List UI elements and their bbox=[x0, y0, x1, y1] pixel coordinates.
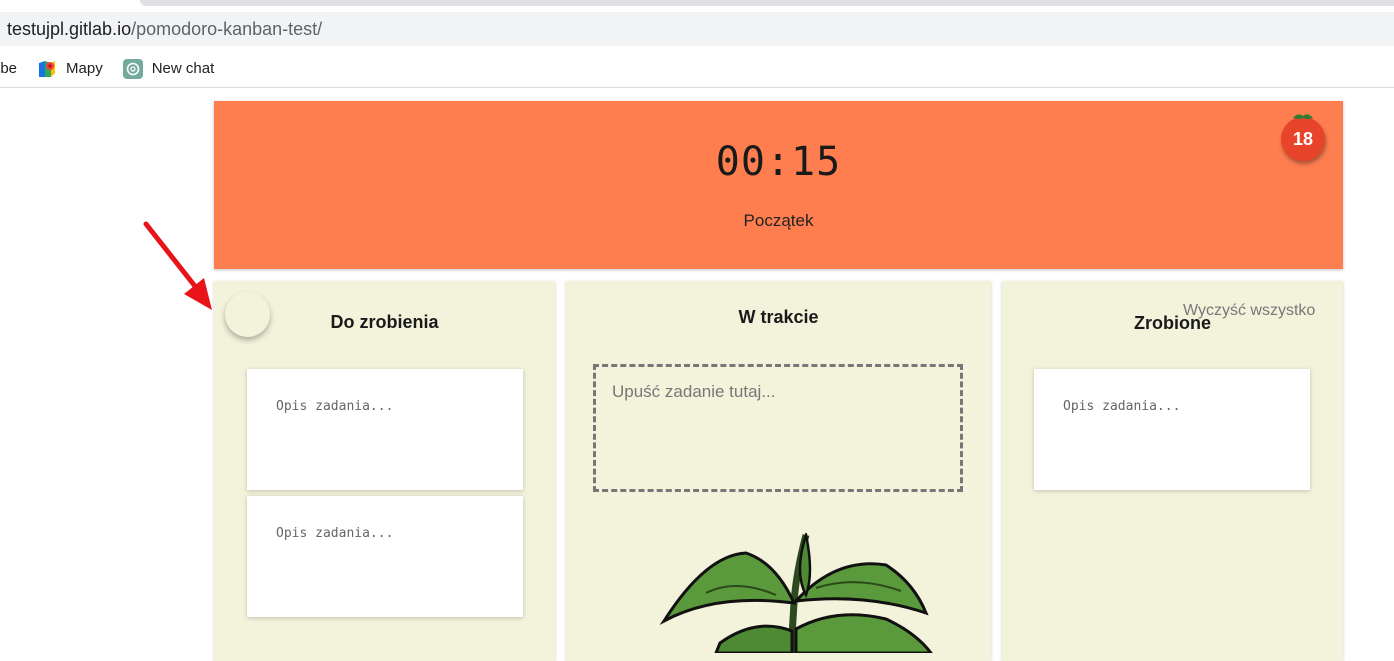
url-host: testujpl.gitlab.io bbox=[7, 18, 132, 39]
start-button[interactable]: Początek bbox=[214, 211, 1343, 231]
bookmark-youtube[interactable]: ube bbox=[0, 60, 17, 77]
task-card[interactable]: Opis zadania... bbox=[1034, 369, 1310, 490]
task-card[interactable]: Opis zadania... bbox=[247, 496, 523, 617]
timer-display: 00:15 bbox=[715, 139, 842, 185]
bookmark-label: Mapy bbox=[66, 60, 103, 77]
tomato-leaf-icon bbox=[1293, 114, 1313, 119]
tab-strip bbox=[0, 0, 1394, 10]
annotation-arrow-icon bbox=[143, 221, 212, 310]
pomodoro-count: 18 bbox=[1292, 128, 1314, 149]
url-path: /pomodoro-kanban-test/ bbox=[131, 18, 323, 39]
bookmark-label: New chat bbox=[151, 60, 215, 77]
address-bar[interactable]: testujpl.gitlab.io/pomodoro-kanban-test/ bbox=[0, 12, 1394, 46]
column-in-progress: W trakcie Upuść zadanie tutaj... bbox=[566, 281, 991, 661]
bookmarks-bar: ube Mapy New chat bbox=[0, 50, 1394, 88]
column-title-in-progress: W trakcie bbox=[738, 307, 819, 327]
bookmark-label: ube bbox=[0, 60, 18, 77]
column-todo: Do zrobienia Opis zadania... Opis zadani… bbox=[214, 281, 555, 661]
column-title-todo: Do zrobienia bbox=[330, 312, 439, 332]
clear-all-button[interactable]: Wyczyść wszystko bbox=[1183, 302, 1315, 320]
drop-zone[interactable]: Upuść zadanie tutaj... bbox=[593, 364, 963, 492]
timer-panel: 00:15 Początek bbox=[214, 101, 1343, 269]
chatgpt-icon bbox=[122, 58, 143, 79]
plant-illustration bbox=[659, 533, 933, 653]
task-description[interactable]: Opis zadania... bbox=[1063, 399, 1180, 414]
task-card[interactable]: Opis zadania... bbox=[247, 369, 523, 490]
maps-icon bbox=[37, 59, 57, 79]
task-description[interactable]: Opis zadania... bbox=[276, 526, 393, 541]
drop-zone-placeholder: Upuść zadanie tutaj... bbox=[612, 382, 776, 401]
bookmark-mapy[interactable]: Mapy bbox=[37, 59, 103, 79]
task-description[interactable]: Opis zadania... bbox=[276, 399, 393, 414]
pomodoro-counter: 18 bbox=[1281, 114, 1325, 161]
column-done: Zrobione Wyczyść wszystko Opis zadania..… bbox=[1002, 281, 1343, 661]
bookmark-new-chat[interactable]: New chat bbox=[122, 58, 215, 79]
